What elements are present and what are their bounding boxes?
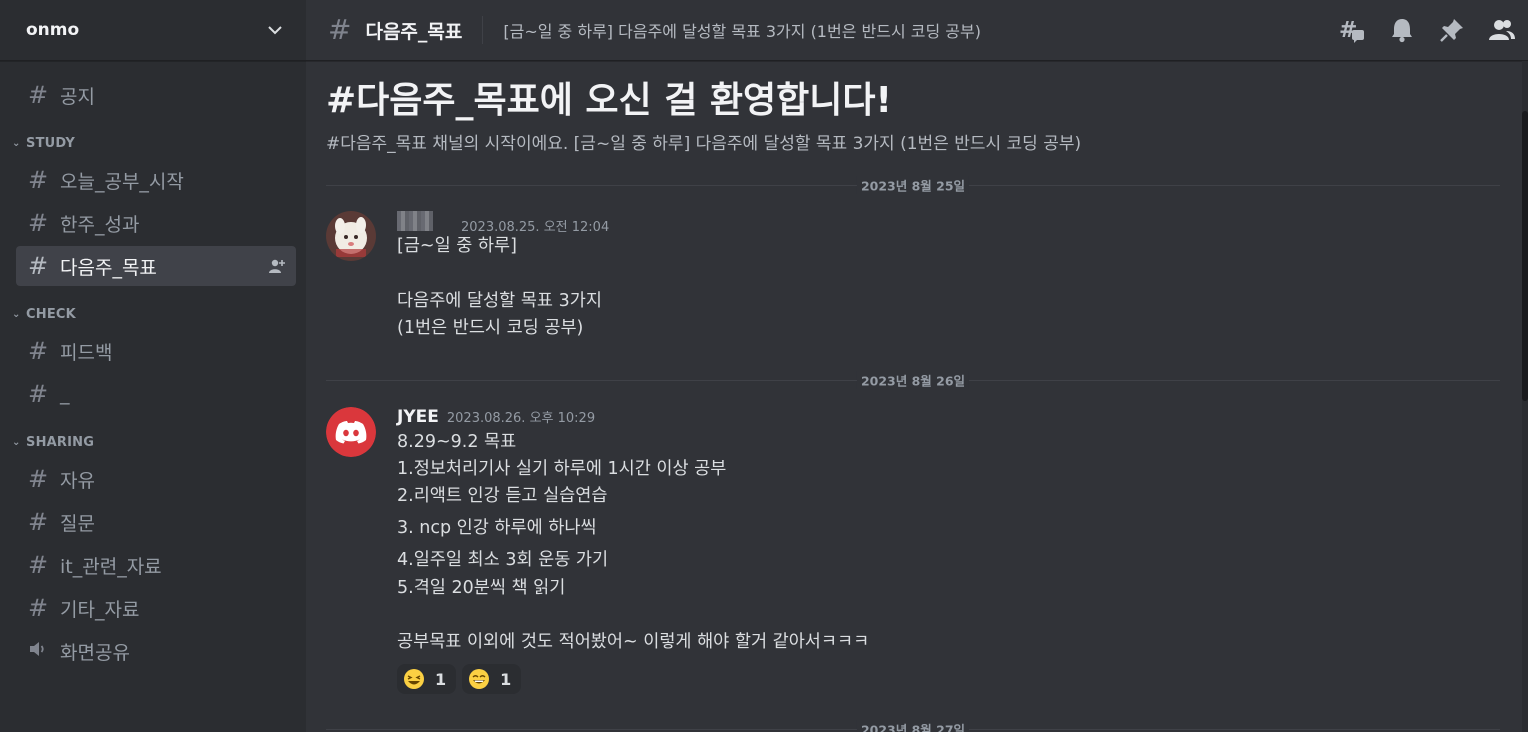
message-line: 8.29~9.2 목표 [397,432,517,452]
date-divider: 2023년 8월 25일 [326,175,1500,195]
channel-label: 기타_자료 [60,598,140,621]
pin-icon[interactable] [1438,16,1466,44]
channel-item-notice[interactable]: # 공지 [16,75,296,115]
hash-icon: # [28,380,49,408]
reaction-button[interactable]: 1 [397,664,457,694]
avatar[interactable] [326,211,376,261]
message-line: 2.리액트 인강 듣고 실습연습 [397,486,608,506]
hash-icon: # [28,252,49,280]
invite-user-icon[interactable] [268,257,286,275]
category-study[interactable]: ⌄ STUDY [12,133,306,153]
header-divider [482,16,484,44]
channel-label: 한주_성과 [60,213,140,236]
channel-sidebar: onmo # 공지 ⌄ STUDY # 오늘_공부_시작 # 한주_성과 # 다… [0,0,306,732]
hash-icon: # [28,465,49,493]
channel-label: _ [60,383,70,405]
grinning-face-icon [468,668,490,690]
server-header[interactable]: onmo [0,0,306,61]
message-line: 다음주에 달성할 목표 3가지 [397,291,602,311]
redacted-username [397,211,433,231]
timestamp: 2023.08.26. 오후 10:29 [446,411,596,426]
hash-icon: # [28,81,49,109]
category-label: CHECK [26,306,76,322]
hash-icon: # [28,551,49,579]
message-header: 2023.08.25. 오전 12:04 [397,211,1497,235]
message-line: 3. ncp 인강 하루에 하나씩 [397,518,597,538]
category-check[interactable]: ⌄ CHECK [12,304,306,324]
channel-item-underscore[interactable]: # _ [16,374,296,414]
bell-icon[interactable] [1388,16,1416,44]
reaction-button[interactable]: 1 [462,664,522,694]
message-line [397,260,1497,288]
chevron-down-icon: ⌄ [12,308,21,320]
channel-label: 피드백 [60,341,113,364]
channel-topic[interactable]: [금~일 중 하루] 다음주에 달성할 목표 3가지 (1번은 반드시 코딩 공… [503,18,981,42]
channel-item-it-resources[interactable]: # it_관련_자료 [16,545,296,585]
channel-label: 오늘_공부_시작 [60,170,184,193]
date-divider: 2023년 8월 27일 [326,719,1500,732]
channel-header: # 다음주_목표 [금~일 중 하루] 다음주에 달성할 목표 3가지 (1번은… [306,0,1528,61]
hash-icon: # [28,166,49,194]
reaction-count: 1 [435,669,447,689]
date-divider: 2023년 8월 26일 [326,370,1500,390]
date-label: 2023년 8월 26일 [856,370,970,390]
laughing-face-icon [403,668,425,690]
author-name[interactable]: JYEE [397,407,439,427]
category-label: SHARING [26,434,95,450]
avatar[interactable] [326,407,376,457]
channel-title: 다음주_목표 [365,20,463,43]
threads-icon[interactable]: # [1338,16,1366,44]
member-list-icon[interactable] [1488,16,1516,44]
channel-item-feedback[interactable]: # 피드백 [16,331,296,371]
reaction-bar: 1 1 [397,664,1497,694]
message-line: 4.일주일 최소 3회 운동 가기 [397,550,609,570]
channel-item-weekly-result[interactable]: # 한주_성과 [16,203,296,243]
scrollbar[interactable] [1522,61,1528,732]
message-line: 공부목표 이외에 것도 적어봤어~ 이렇게 해야 할거 같아서ㅋㅋㅋ [397,632,870,652]
channel-item-free[interactable]: # 자유 [16,459,296,499]
message-area: #다음주_목표에 오신 걸 환영합니다! #다음주_목표 채널의 시작이에요. … [306,61,1522,732]
channel-list: # 공지 ⌄ STUDY # 오늘_공부_시작 # 한주_성과 # 다음주_목표… [0,61,306,671]
hash-icon: # [28,337,49,365]
message-body: 2023.08.25. 오전 12:04 [금~일 중 하루] 다음주에 달성할… [397,211,1497,342]
channel-item-etc-resources[interactable]: # 기타_자료 [16,588,296,628]
message-line: 5.격일 20분씩 책 읽기 [397,578,566,598]
hash-icon: # [28,209,49,237]
message-line: 1.정보처리기사 실기 하루에 1시간 이상 공부 [397,459,727,479]
header-toolbar: # [1338,16,1516,44]
date-label: 2023년 8월 25일 [856,175,970,195]
channel-label: 다음주_목표 [60,256,157,279]
date-label: 2023년 8월 27일 [856,719,970,732]
welcome-subtitle: #다음주_목표 채널의 시작이에요. [금~일 중 하루] 다음주에 달성할 목… [326,134,1082,154]
channel-label: 질문 [60,512,95,535]
message-line [397,602,1497,629]
message-line: (1번은 반드시 코딩 공부) [397,318,584,338]
scrollbar-thumb[interactable] [1522,111,1528,401]
message-header: JYEE 2023.08.26. 오후 10:29 [397,407,1497,429]
category-sharing[interactable]: ⌄ SHARING [12,432,306,452]
speaker-icon [28,639,48,663]
channel-label: 자유 [60,469,95,492]
channel-label: it_관련_자료 [60,555,162,578]
reaction-count: 1 [500,669,512,689]
channel-item-next-week-goal[interactable]: # 다음주_목표 [16,246,296,286]
category-label: STUDY [26,135,76,151]
hash-icon: # [328,13,352,46]
channel-item-question[interactable]: # 질문 [16,502,296,542]
chevron-down-icon[interactable] [266,21,284,39]
message-line: [금~일 중 하루] [397,236,517,256]
chevron-down-icon: ⌄ [12,436,21,448]
welcome-title: #다음주_목표에 오신 걸 환영합니다! [326,80,892,121]
hash-icon: # [28,508,49,536]
hash-icon: # [28,594,49,622]
message-body: JYEE 2023.08.26. 오후 10:29 8.29~9.2 목표 1.… [397,407,1497,694]
channel-label: 화면공유 [60,641,130,664]
voice-channel-screen-share[interactable]: 화면공유 [16,631,296,671]
chevron-down-icon: ⌄ [12,137,21,149]
channel-item-today-study[interactable]: # 오늘_공부_시작 [16,160,296,200]
channel-label: 공지 [60,85,95,108]
server-name: onmo [26,20,80,40]
